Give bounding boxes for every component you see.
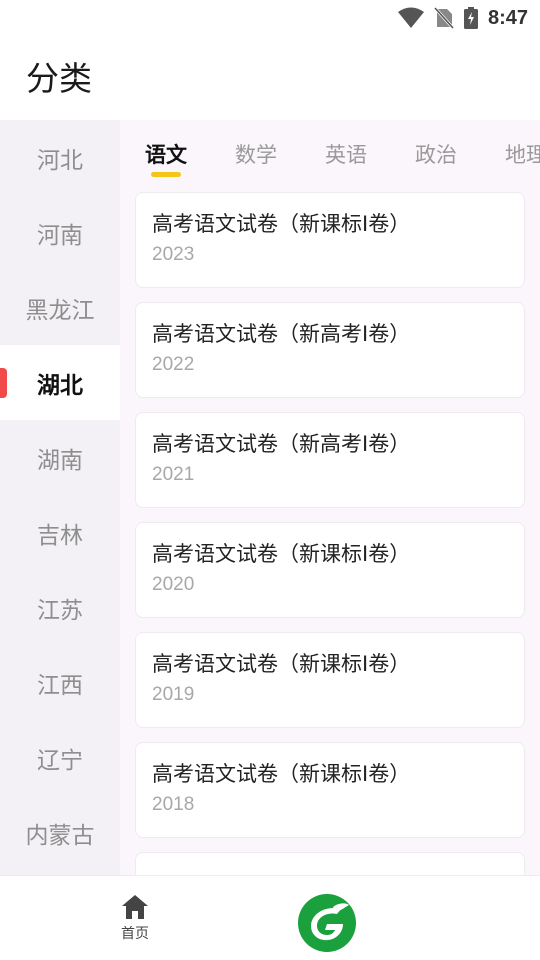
paper-year: 2020 [152, 574, 195, 595]
tab-chinese[interactable]: 语文 [145, 140, 187, 177]
sidebar-item-jiangxi[interactable]: 江西 [0, 645, 120, 720]
tab-underline [151, 172, 181, 177]
paper-card[interactable]: 高考语文试卷（新高考Ⅰ卷） 2021 [135, 412, 525, 508]
paper-card[interactable]: 高考语文试卷（新课标Ⅰ卷） 2018 [135, 742, 525, 838]
sidebar-item-neimenggu[interactable]: 内蒙古 [0, 795, 120, 870]
paper-year: 2018 [152, 794, 195, 815]
battery-charging-icon [463, 7, 478, 29]
status-icons: 8:47 [397, 6, 528, 30]
sidebar-item-label: 河北 [37, 147, 83, 174]
sidebar-item-label: 辽宁 [37, 747, 83, 774]
paper-card[interactable]: 高考语文试卷（新课标Ⅰ卷） 2019 [135, 632, 525, 728]
bottom-nav: 首页 [0, 875, 540, 960]
page-header: 分类 [0, 36, 540, 120]
paper-year: 2023 [152, 244, 195, 265]
sidebar-item-liaoning[interactable]: 辽宁 [0, 720, 120, 795]
nav-home-label: 首页 [121, 926, 149, 942]
paper-card[interactable]: 高考语文试卷（新课标Ⅰ卷） 2023 [135, 192, 525, 288]
status-time: 8:47 [487, 6, 528, 29]
paper-card[interactable]: 高考语文试卷（新高考Ⅰ卷） 2022 [135, 302, 525, 398]
home-icon [122, 895, 148, 919]
active-indicator [0, 368, 7, 398]
sidebar-item-label: 河南 [37, 222, 83, 249]
sidebar-item-label: 黑龙江 [25, 297, 95, 324]
sidebar-item-hunan[interactable]: 湖南 [0, 420, 120, 495]
province-sidebar: 河北 河南 黑龙江 湖北 湖南 吉林 江苏 江西 辽宁 内蒙古 [0, 120, 120, 875]
tab-label: 地理 [505, 143, 540, 167]
paper-title: 高考语文试卷（新高考Ⅰ卷） [152, 432, 411, 456]
sidebar-item-henan[interactable]: 河南 [0, 195, 120, 270]
tab-english[interactable]: 英语 [325, 140, 367, 170]
sidebar-item-hubei[interactable]: 湖北 [0, 345, 120, 420]
sidebar-item-label: 江苏 [37, 597, 83, 624]
nav-home-button[interactable]: 首页 [100, 894, 170, 948]
paper-card[interactable] [135, 852, 525, 875]
sidebar-item-label: 内蒙古 [25, 822, 95, 849]
no-sim-icon [433, 7, 454, 29]
sidebar-item-label: 湖北 [37, 372, 83, 399]
paper-title: 高考语文试卷（新高考Ⅰ卷） [152, 322, 411, 346]
content-panel: 语文 数学 英语 政治 地理 高考语文试卷（新课标Ⅰ卷） 2023 高考语文试卷… [120, 120, 540, 875]
paper-card[interactable]: 高考语文试卷（新课标Ⅰ卷） 2020 [135, 522, 525, 618]
tab-geography[interactable]: 地理 [505, 140, 540, 170]
sidebar-item-hebei[interactable]: 河北 [0, 120, 120, 195]
wifi-icon [397, 7, 424, 28]
sidebar-item-heilongjiang[interactable]: 黑龙江 [0, 270, 120, 345]
paper-title: 高考语文试卷（新课标Ⅰ卷） [152, 762, 411, 786]
tab-label: 政治 [415, 143, 457, 167]
tab-label: 语文 [145, 143, 187, 167]
subject-tabs: 语文 数学 英语 政治 地理 [120, 120, 540, 182]
app-logo-icon[interactable] [297, 893, 357, 953]
tab-label: 英语 [325, 143, 367, 167]
page-title: 分类 [26, 59, 92, 98]
sidebar-item-label: 江西 [37, 672, 83, 699]
tab-math[interactable]: 数学 [235, 140, 277, 170]
status-bar: 8:47 [0, 0, 540, 36]
paper-list: 高考语文试卷（新课标Ⅰ卷） 2023 高考语文试卷（新高考Ⅰ卷） 2022 高考… [135, 192, 525, 875]
paper-title: 高考语文试卷（新课标Ⅰ卷） [152, 212, 411, 236]
paper-year: 2021 [152, 464, 195, 485]
sidebar-item-jilin[interactable]: 吉林 [0, 495, 120, 570]
paper-year: 2022 [152, 354, 195, 375]
sidebar-item-label: 湖南 [37, 447, 83, 474]
sidebar-item-jiangsu[interactable]: 江苏 [0, 570, 120, 645]
tab-politics[interactable]: 政治 [415, 140, 457, 170]
paper-year: 2019 [152, 684, 195, 705]
sidebar-item-label: 吉林 [37, 522, 83, 549]
paper-title: 高考语文试卷（新课标Ⅰ卷） [152, 652, 411, 676]
paper-title: 高考语文试卷（新课标Ⅰ卷） [152, 542, 411, 566]
tab-label: 数学 [235, 143, 277, 167]
